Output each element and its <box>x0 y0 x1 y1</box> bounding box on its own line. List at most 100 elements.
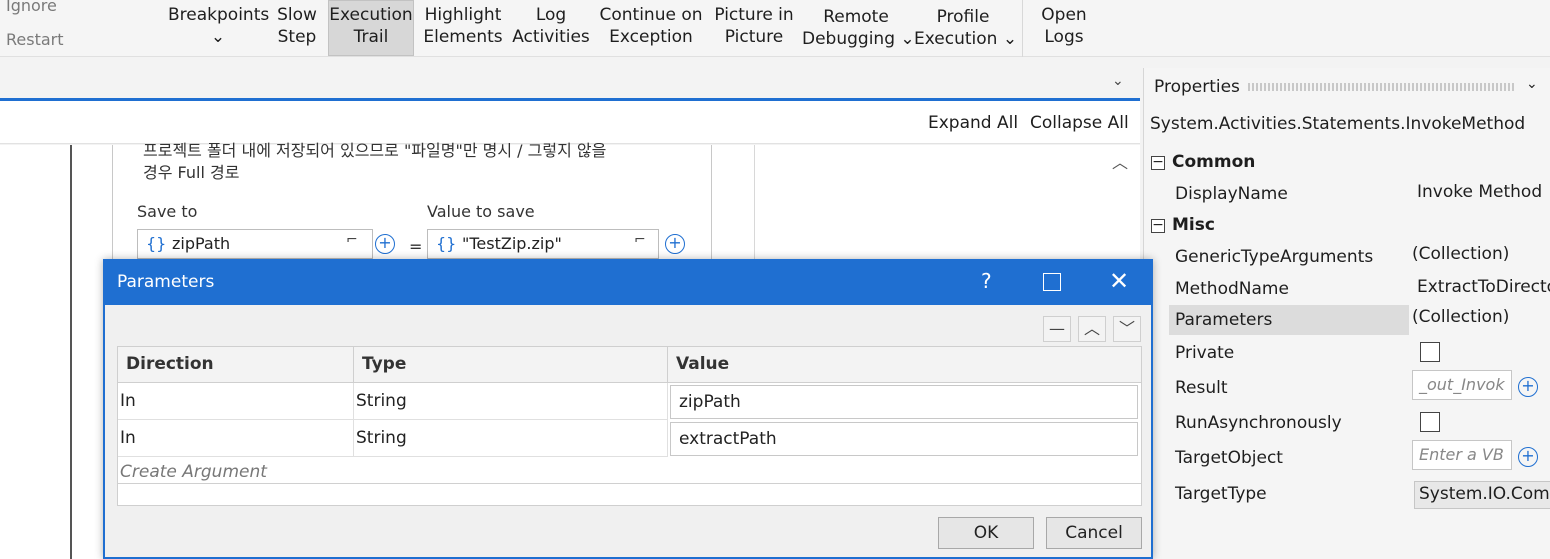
profile-execution-button[interactable]: Profile Execution ⌄ <box>914 6 1018 50</box>
property-name: TargetObject <box>1175 448 1283 468</box>
highlight-elements-label-2: Elements <box>423 27 503 47</box>
row1-type[interactable]: String <box>354 383 668 420</box>
property-name: Result <box>1175 378 1228 398</box>
plus-circle-icon[interactable]: + <box>1518 377 1538 397</box>
plus-circle-icon[interactable]: + <box>1518 447 1538 467</box>
slow-step-button[interactable]: Slow Step <box>274 4 320 48</box>
execution-trail-button[interactable]: Execution Trail <box>328 4 414 48</box>
chevron-down-icon[interactable]: ⌄ <box>1112 73 1124 89</box>
continue-on-exception-label-2: Exception <box>609 27 693 47</box>
ribbon: Ignore Restart Breakpoints ⌄ Slow Step E… <box>0 0 1550 57</box>
expand-all-link[interactable]: Expand All <box>928 113 1018 133</box>
dialog-title-bar: Parameters ? ✕ <box>105 261 1151 305</box>
highlight-elements-label-1: Highlight <box>424 5 502 25</box>
profile-execution-label-2: Execution ⌄ <box>914 29 1018 49</box>
restart-button[interactable]: Restart <box>6 30 64 49</box>
save-to-value: zipPath <box>172 234 231 253</box>
close-icon[interactable]: ✕ <box>1109 267 1129 295</box>
execution-trail-label-1: Execution <box>329 5 413 25</box>
grid-divider <box>118 483 1141 484</box>
section-common: Common <box>1172 152 1256 172</box>
value-to-save-label: Value to save <box>427 202 535 221</box>
value-to-save-value: "TestZip.zip" <box>462 234 562 253</box>
chevron-down-icon: ⌄ <box>210 27 226 47</box>
row2-value-input[interactable]: extractPath <box>670 422 1138 456</box>
ignore-button[interactable]: Ignore <box>6 0 57 15</box>
highlight-elements-button[interactable]: Highlight Elements <box>420 4 506 48</box>
target-object-input[interactable]: Enter a VB <box>1412 440 1512 470</box>
result-input[interactable]: _out_Invok <box>1412 370 1512 400</box>
log-activities-label-2: Activities <box>512 27 590 47</box>
row2-direction[interactable]: In <box>118 420 354 457</box>
log-activities-button[interactable]: Log Activities <box>512 4 590 48</box>
properties-panel: Properties ⌄ System.Activities.Statement… <box>1143 68 1550 559</box>
expand-icon[interactable]: ⌐ <box>346 232 358 248</box>
save-to-label: Save to <box>137 202 198 221</box>
row2-type[interactable]: String <box>354 420 668 457</box>
private-checkbox[interactable] <box>1420 342 1440 362</box>
activity-type-name: System.Activities.Statements.InvokeMetho… <box>1150 114 1526 134</box>
profile-execution-label-1: Profile <box>936 7 990 27</box>
target-type-value[interactable]: System.IO.Comp <box>1414 481 1550 509</box>
move-up-button[interactable]: ︿ <box>1078 316 1106 342</box>
row1-value-input[interactable]: zipPath <box>670 385 1138 419</box>
remote-debugging-label-1: Remote <box>823 7 889 27</box>
remote-debugging-label-2: Debugging ⌄ <box>802 29 915 49</box>
expand-icon[interactable]: ⌐ <box>634 232 646 248</box>
designer-tab-strip: ⌄ <box>0 57 1140 101</box>
collapse-all-link[interactable]: Collapse All <box>1030 113 1129 133</box>
run-async-checkbox[interactable] <box>1420 412 1440 432</box>
breakpoints-button[interactable]: Breakpoints ⌄ <box>168 4 270 48</box>
move-down-button[interactable]: ﹀ <box>1113 316 1141 342</box>
collapse-icon[interactable]: − <box>1151 218 1165 233</box>
property-value[interactable]: (Collection) <box>1412 244 1509 264</box>
row1-direction[interactable]: In <box>118 383 354 420</box>
maximize-button[interactable] <box>1043 273 1061 291</box>
column-header-value[interactable]: Value <box>668 347 1141 383</box>
dialog-title: Parameters <box>117 272 215 292</box>
sequence-line <box>70 145 72 559</box>
help-button[interactable]: ? <box>981 269 992 293</box>
column-header-type[interactable]: Type <box>354 347 668 383</box>
continue-on-exception-button[interactable]: Continue on Exception <box>596 4 706 48</box>
continue-on-exception-label-1: Continue on <box>599 5 703 25</box>
property-value[interactable]: ExtractToDirecto <box>1417 277 1550 297</box>
property-value[interactable]: (Collection) <box>1412 307 1509 327</box>
parameters-grid: Direction Type Value In String zipPath I… <box>117 346 1142 506</box>
chevron-down-icon[interactable]: ⌄ <box>1526 76 1538 92</box>
slow-step-label-2: Step <box>277 27 317 47</box>
save-to-field[interactable]: {} zipPath ⌐ <box>137 229 373 259</box>
plus-circle-icon[interactable]: + <box>665 234 685 254</box>
picture-in-picture-button[interactable]: Picture in Picture <box>712 4 796 48</box>
slow-step-label-1: Slow <box>277 5 317 25</box>
variable-braces-icon: {} <box>436 234 457 253</box>
section-misc: Misc <box>1172 215 1215 235</box>
canvas-divider <box>754 145 755 265</box>
annotation-text-2: 경우 Full 경로 <box>143 163 240 182</box>
ok-button[interactable]: OK <box>938 517 1034 549</box>
cancel-button[interactable]: Cancel <box>1046 517 1142 549</box>
panel-grip <box>1248 83 1516 91</box>
collapse-icon[interactable]: − <box>1151 155 1165 170</box>
value-to-save-field[interactable]: {} "TestZip.zip" ⌐ <box>427 229 659 259</box>
breakpoints-label: Breakpoints <box>168 5 270 25</box>
plus-circle-icon[interactable]: + <box>375 234 395 254</box>
open-logs-button[interactable]: Open Logs <box>1032 4 1096 48</box>
property-value[interactable]: Invoke Method <box>1417 182 1542 202</box>
picture-in-picture-label-1: Picture in <box>714 5 794 25</box>
remote-debugging-button[interactable]: Remote Debugging ⌄ <box>802 6 915 50</box>
create-argument-link[interactable]: Create Argument <box>120 462 267 482</box>
variable-braces-icon: {} <box>146 234 167 253</box>
property-name-selected[interactable]: Parameters <box>1175 310 1272 330</box>
column-header-direction[interactable]: Direction <box>118 347 354 383</box>
target-object-placeholder: Enter a VB <box>1419 445 1504 464</box>
property-name: MethodName <box>1175 279 1289 299</box>
picture-in-picture-label-2: Picture <box>724 27 784 47</box>
property-name: RunAsynchronously <box>1175 413 1342 433</box>
annotation-text-1: 프로젝트 폴더 내에 저장되어 있으므로 "파일명"만 명시 / 그렇지 않을 <box>143 141 607 160</box>
open-logs-label-2: Logs <box>1044 27 1084 47</box>
remove-row-button[interactable]: — <box>1043 316 1071 342</box>
scroll-up-icon[interactable]: ︿ <box>1112 149 1128 173</box>
property-name: DisplayName <box>1175 184 1288 204</box>
execution-trail-label-2: Trail <box>353 27 389 47</box>
